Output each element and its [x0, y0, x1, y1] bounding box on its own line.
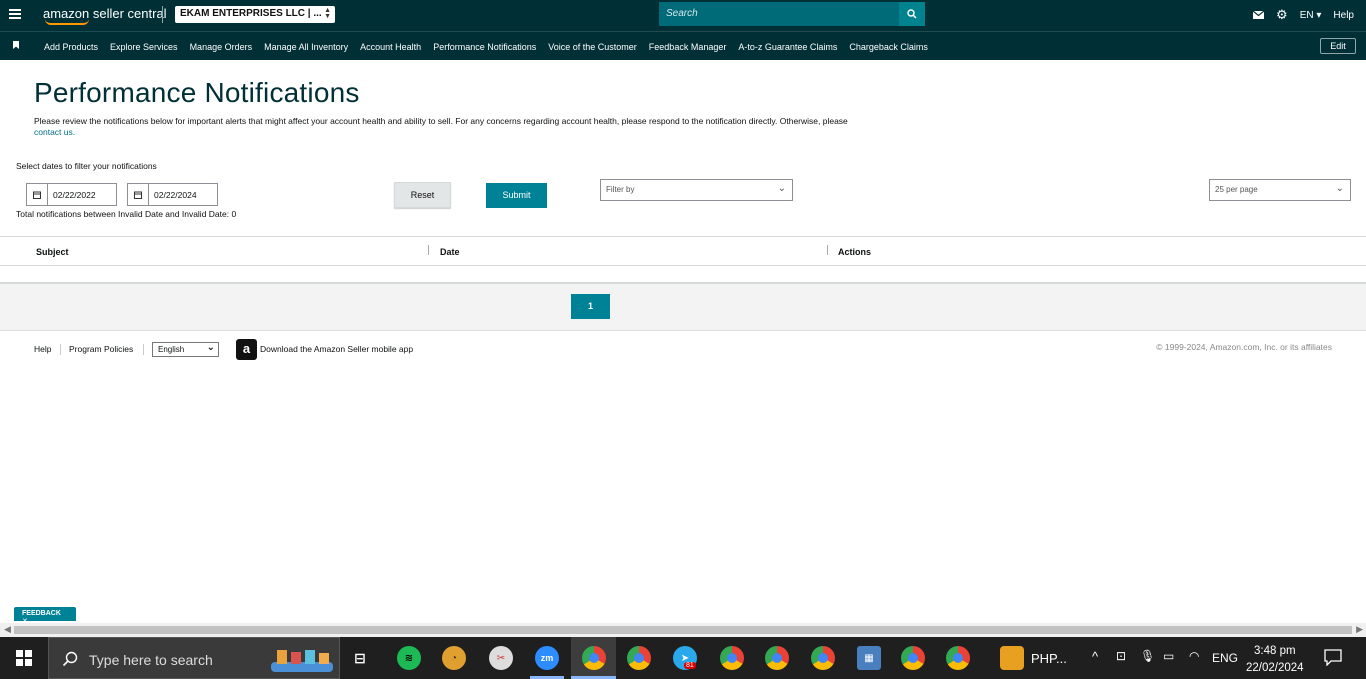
column-actions[interactable]: Actions — [838, 247, 871, 257]
notifications-table: Subject Date Actions — [0, 236, 1366, 284]
chrome-profile-s-icon[interactable] — [901, 646, 925, 670]
calculator-icon[interactable]: ▦ — [857, 646, 881, 670]
menu-icon[interactable] — [9, 9, 21, 19]
notification-center-icon[interactable] — [1324, 649, 1342, 666]
copyright-text: © 1999-2024, Amazon.com, Inc. or its aff… — [1156, 342, 1332, 352]
spotify-icon[interactable]: ≋ — [397, 646, 421, 670]
snipping-tool-icon[interactable]: ✂ — [489, 646, 513, 670]
nav-feedback-manager[interactable]: Feedback Manager — [649, 42, 727, 52]
search-icon — [62, 651, 78, 667]
taskbar-search-input[interactable]: Type here to search — [48, 637, 340, 679]
calendar-icon — [128, 184, 149, 205]
nav-voice-of-customer[interactable]: Voice of the Customer — [548, 42, 637, 52]
page-1-button[interactable]: 1 — [571, 294, 610, 319]
reset-button[interactable]: Reset — [394, 182, 451, 208]
footer-help-link[interactable]: Help — [34, 344, 51, 354]
chrome-icon[interactable] — [627, 646, 651, 670]
scroll-left-icon[interactable]: ◀ — [4, 624, 11, 635]
chevron-down-icon: ⌄ — [777, 183, 786, 194]
per-page-select[interactable]: 25 per page ⌄ — [1209, 179, 1351, 201]
php-app-icon[interactable] — [1000, 646, 1024, 670]
wifi-icon[interactable]: ◠ — [1189, 649, 1199, 663]
calendar-icon — [27, 184, 48, 205]
account-selector[interactable]: EKAM ENTERPRISES LLC | ... ▲ ▼ — [175, 6, 335, 23]
top-header: amazon seller central EKAM ENTERPRISES L… — [0, 0, 1366, 31]
zoom-icon[interactable]: zm — [535, 646, 559, 670]
input-language[interactable]: ENG — [1212, 651, 1238, 665]
nav-explore-services[interactable]: Explore Services — [110, 42, 178, 52]
telegram-badge: 81 — [684, 662, 696, 669]
microphone-icon[interactable]: 🎙 — [1140, 649, 1155, 663]
taskbar-clock[interactable]: 3:48 pm 22/02/2024 — [1246, 643, 1304, 677]
search-input[interactable]: Search — [659, 2, 899, 26]
chrome-profile-l-icon[interactable] — [765, 646, 789, 670]
nav-manage-orders[interactable]: Manage Orders — [190, 42, 253, 52]
account-name: EKAM ENTERPRISES LLC | ... — [180, 8, 322, 19]
tray-chevron-up-icon[interactable]: ^ — [1092, 649, 1098, 664]
chrome-profile-r-icon[interactable] — [946, 646, 970, 670]
chrome-profile-icon[interactable] — [811, 646, 835, 670]
windows-taskbar: Type here to search ⊟ ≋ ◔ ✂ zm ➤ 81 ▦ PH… — [0, 637, 1366, 679]
chrome-profile-m-icon[interactable] — [582, 646, 606, 670]
nav-account-health[interactable]: Account Health — [360, 42, 421, 52]
mail-icon[interactable] — [1253, 11, 1265, 19]
updown-arrows-icon: ▲ ▼ — [324, 7, 331, 20]
date-filter-label: Select dates to filter your notification… — [16, 161, 157, 171]
php-app-label[interactable]: PHP... — [1031, 651, 1067, 666]
column-subject[interactable]: Subject — [36, 247, 69, 257]
nav-chargeback-claims[interactable]: Chargeback Claims — [849, 42, 928, 52]
contact-us-link[interactable]: contact us. — [34, 127, 75, 137]
amazon-seller-central-logo[interactable]: amazon seller central — [43, 6, 167, 25]
help-link[interactable]: Help — [1333, 10, 1354, 21]
nav-items: Add Products Explore Services Manage Ord… — [44, 42, 928, 52]
page-description: Please review the notifications below fo… — [34, 116, 848, 137]
language-selector[interactable]: EN ▾ — [1300, 10, 1322, 21]
feedback-button[interactable]: FEEDBACK ✕ — [14, 607, 76, 625]
amazon-app-icon[interactable]: a — [236, 339, 257, 360]
end-date-value: 02/22/2024 — [154, 189, 197, 200]
scroll-right-icon[interactable]: ▶ — [1356, 624, 1363, 635]
start-date-input[interactable]: 02/22/2022 — [26, 183, 117, 206]
total-notifications-text: Total notifications between Invalid Date… — [16, 209, 237, 219]
footer: Help Program Policies English ⌄ a Downlo… — [0, 339, 1366, 364]
page-title: Performance Notifications — [34, 77, 360, 108]
nav-manage-all-inventory[interactable]: Manage All Inventory — [264, 42, 348, 52]
task-view-icon[interactable]: ⊟ — [348, 646, 372, 670]
submit-button[interactable]: Submit — [486, 183, 547, 208]
clock-time: 3:48 pm — [1254, 645, 1296, 657]
gear-icon[interactable]: ⚙ — [1276, 7, 1288, 23]
program-policies-link[interactable]: Program Policies — [69, 344, 133, 354]
nav-add-products[interactable]: Add Products — [44, 42, 98, 52]
search-button[interactable] — [899, 2, 925, 26]
column-date[interactable]: Date — [440, 247, 460, 257]
start-date-value: 02/22/2022 — [53, 189, 96, 200]
nav-bar: Add Products Explore Services Manage Ord… — [0, 31, 1366, 60]
chevron-down-icon: ⌄ — [1335, 183, 1344, 194]
horizontal-scrollbar[interactable]: ◀ ▶ — [0, 623, 1366, 637]
edit-nav-button[interactable]: Edit — [1320, 38, 1356, 54]
table-header: Subject Date Actions — [0, 237, 1366, 266]
scrollbar-thumb[interactable] — [14, 626, 1352, 634]
search-icon — [907, 9, 917, 19]
nav-performance-notifications[interactable]: Performance Notifications — [433, 42, 536, 52]
battery-icon[interactable]: ▭ — [1163, 649, 1174, 663]
chrome-profile-icon[interactable] — [720, 646, 744, 670]
pagination: 1 — [0, 284, 1366, 331]
chevron-down-icon: ⌄ — [206, 342, 215, 353]
mobile-app-link[interactable]: Download the Amazon Seller mobile app — [260, 344, 413, 354]
windows-start-icon[interactable] — [16, 650, 32, 666]
camera-icon[interactable]: ⊡ — [1116, 649, 1126, 663]
clock-date: 22/02/2024 — [1246, 662, 1304, 674]
nav-a-to-z-claims[interactable]: A-to-z Guarantee Claims — [738, 42, 837, 52]
footer-language-select[interactable]: English ⌄ — [152, 342, 219, 357]
bookmark-icon[interactable] — [13, 41, 19, 49]
end-date-input[interactable]: 02/22/2024 — [127, 183, 218, 206]
app-ball-icon[interactable]: ◔ — [442, 646, 466, 670]
search-highlight-illustration — [267, 644, 335, 674]
filter-by-select[interactable]: Filter by ⌄ — [600, 179, 793, 201]
